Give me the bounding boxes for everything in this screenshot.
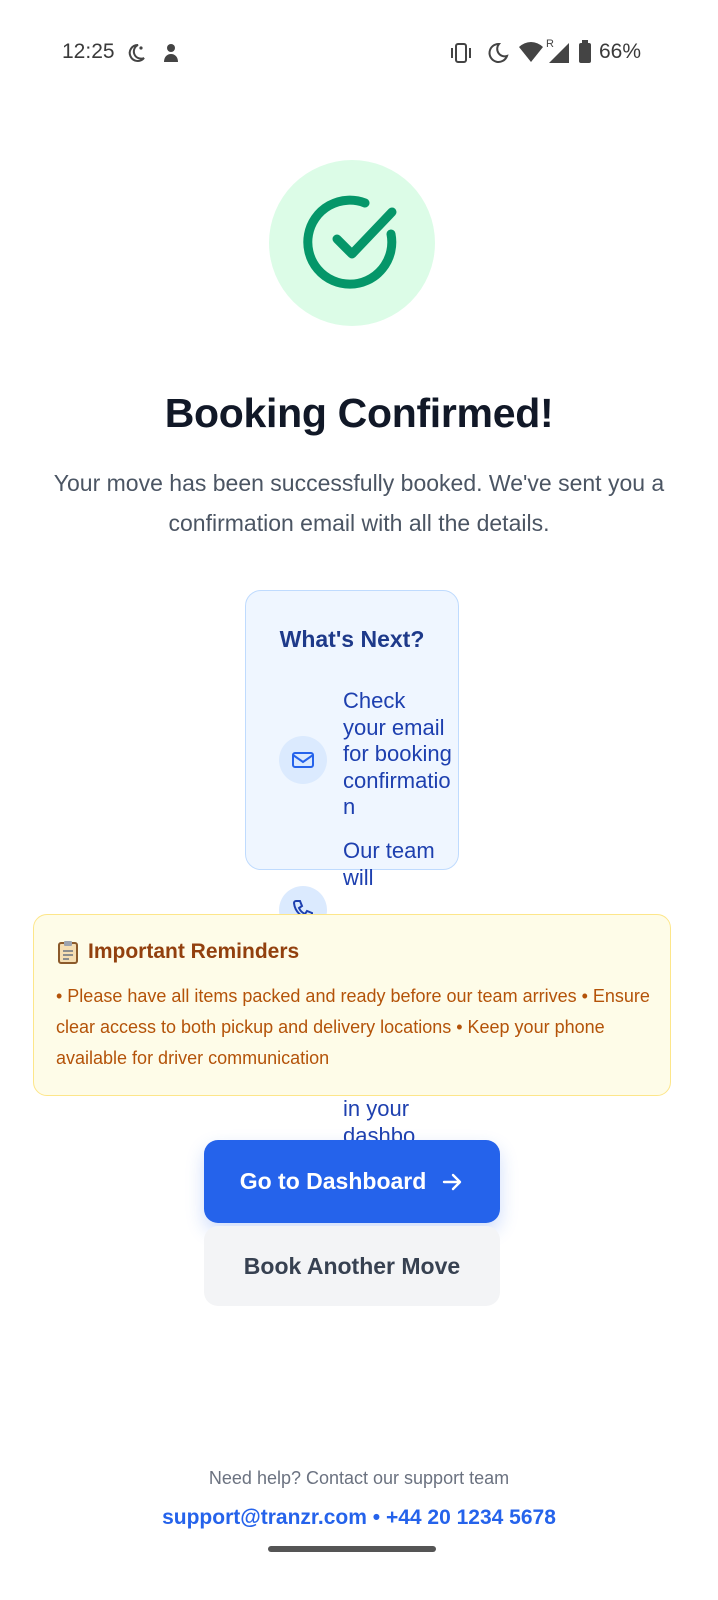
support-phone-link[interactable]: +44 20 1234 5678 <box>386 1506 556 1529</box>
arrow-right-icon <box>443 1173 462 1190</box>
step-icon-wrapper <box>279 736 327 784</box>
success-badge <box>269 160 435 326</box>
home-indicator[interactable] <box>268 1546 436 1552</box>
signal-icon <box>549 43 569 63</box>
support-contact-line: support@tranzr.com • +44 20 1234 5678 <box>0 1506 718 1530</box>
next-step-text: Check your email for booking confirmatio… <box>343 688 452 819</box>
support-email-link[interactable]: support@tranzr.com <box>162 1506 367 1529</box>
go-to-dashboard-label: Go to Dashboard <box>239 1168 427 1194</box>
go-to-dashboard-button[interactable]: Go to Dashboard <box>204 1140 500 1223</box>
wifi-icon <box>519 42 543 62</box>
clipboard-icon <box>58 941 78 964</box>
reminders-text: • Please have all items packed and ready… <box>56 986 650 1068</box>
confirmation-message: Your move has been successfully booked. … <box>53 470 665 536</box>
page-title: Booking Confirmed! <box>164 390 554 436</box>
battery-icon <box>579 40 591 63</box>
reminders-title-text: Important Reminders <box>88 940 300 963</box>
next-step-text: in your dashbo <box>343 1096 416 1141</box>
vibrate-icon <box>451 43 471 63</box>
mail-icon <box>292 752 314 768</box>
status-time: 12:25 <box>62 40 115 63</box>
check-circle-icon <box>303 195 397 289</box>
status-bar: 12:25 R 66% <box>0 0 718 106</box>
contact-separator: • <box>366 1506 386 1529</box>
next-step-text: Our team will <box>343 838 435 890</box>
battery-percentage: 66% <box>599 40 642 63</box>
booking-confirmation-screen: 12:25 R 66% Booking Confirmed! Your move… <box>0 0 718 1600</box>
notification-icon <box>164 44 178 62</box>
support-help-text: Need help? Contact our support team <box>208 1468 510 1488</box>
moon-star-icon <box>128 43 145 62</box>
do-not-disturb-icon <box>488 42 509 63</box>
book-another-move-button[interactable]: Book Another Move <box>204 1226 500 1306</box>
reminders-title: Important Reminders <box>56 940 299 964</box>
whats-next-title: What's Next? <box>279 626 425 652</box>
